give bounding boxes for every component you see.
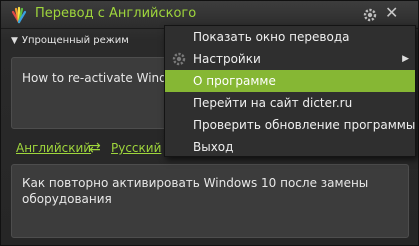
menu-item-about[interactable]: О программе xyxy=(165,70,415,92)
menu-item-visit-site[interactable]: Перейти на сайт dicter.ru xyxy=(165,92,415,114)
submenu-arrow-icon: ▶ xyxy=(402,54,409,64)
dicter-window: Перевод с Английского ✕ ▼ Упрощенный режи… xyxy=(0,0,419,246)
menu-item-settings[interactable]: Настройки ▶ xyxy=(165,48,415,70)
settings-context-menu: Показать окно перевода Настройки ▶ О про… xyxy=(164,25,416,157)
close-icon[interactable]: ✕ xyxy=(385,3,398,22)
target-language-link[interactable]: Русский xyxy=(111,141,161,155)
menu-item-label: Настройки xyxy=(193,52,261,66)
menu-item-label: Показать окно перевода xyxy=(193,30,350,44)
simple-mode-label: Упрощенный режим xyxy=(21,35,129,46)
simple-mode-toggle[interactable]: ▼ Упрощенный режим xyxy=(11,35,129,46)
menu-item-show-translation-window[interactable]: Показать окно перевода xyxy=(165,26,415,48)
settings-gear-icon[interactable] xyxy=(362,7,378,23)
swap-languages-icon[interactable]: ⇄ xyxy=(89,140,101,156)
translation-text-area[interactable]: Как повторно активировать Windows 10 пос… xyxy=(11,164,409,238)
chevron-down-icon: ▼ xyxy=(11,36,18,46)
gear-icon xyxy=(172,52,186,66)
translation-text: Как повторно активировать Windows 10 пос… xyxy=(22,176,369,206)
menu-item-label: Выход xyxy=(193,140,234,154)
app-logo-icon xyxy=(11,6,27,24)
source-language-link[interactable]: Английский xyxy=(16,141,91,155)
menu-item-label: О программе xyxy=(193,74,276,88)
menu-item-label: Перейти на сайт dicter.ru xyxy=(193,96,353,110)
menu-item-exit[interactable]: Выход xyxy=(165,136,415,158)
window-title: Перевод с Английского xyxy=(35,6,197,21)
menu-item-label: Проверить обновление программы xyxy=(193,118,416,132)
source-text: How to re-activate Windows 10 after hard… xyxy=(22,71,172,85)
menu-item-check-updates[interactable]: Проверить обновление программы xyxy=(165,114,415,136)
